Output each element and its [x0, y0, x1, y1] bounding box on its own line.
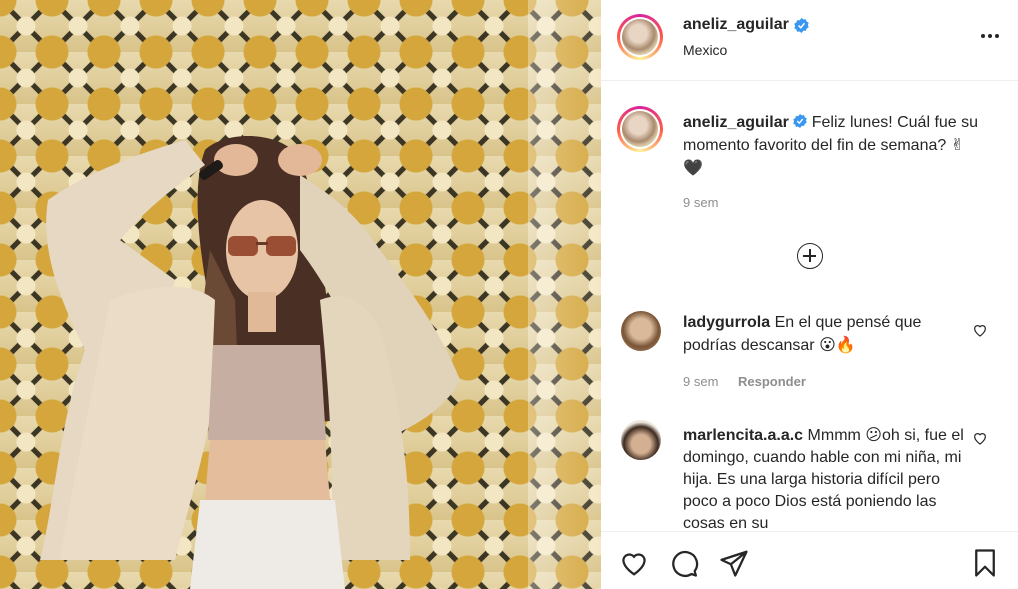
commenter-avatar[interactable] [621, 311, 661, 351]
reply-button[interactable]: Responder [738, 374, 806, 389]
comment-text: Mmmm [807, 427, 861, 444]
comment: marlencita.a.a.c Mmmm 😕oh si, fue el dom… [683, 424, 973, 530]
more-options-icon[interactable] [978, 26, 1002, 46]
caption-username[interactable]: aneliz_aguilar [683, 114, 789, 131]
post-location[interactable]: Mexico [683, 42, 727, 58]
author-username[interactable]: aneliz_aguilar [683, 16, 789, 34]
caption-avatar[interactable] [617, 106, 663, 152]
author-avatar[interactable] [617, 14, 663, 60]
comment-emoji: 😮🔥 [819, 335, 856, 354]
woman-figure [40, 136, 460, 589]
like-icon[interactable] [619, 548, 649, 578]
comment-timestamp[interactable]: 9 sem [683, 374, 718, 389]
share-icon[interactable] [719, 548, 749, 578]
comment: ladygurrola En el que pensé que podrías … [683, 312, 973, 357]
verified-badge-icon [793, 114, 808, 128]
comment-username[interactable]: marlencita.a.a.c [683, 427, 803, 444]
comment-emoji: 😕 [865, 425, 882, 444]
comment-icon[interactable] [669, 548, 699, 578]
save-icon[interactable] [970, 548, 1000, 578]
comment-username[interactable]: ladygurrola [683, 314, 770, 331]
verified-badge-icon [794, 18, 809, 33]
post-detail-panel: aneliz_aguilar Mexico aneliz_aguilar Fel… [601, 0, 1018, 589]
caption-timestamp[interactable]: 9 sem [683, 195, 718, 210]
comment-like-icon[interactable] [972, 430, 988, 446]
post-header: aneliz_aguilar Mexico [601, 0, 1018, 81]
post-photo[interactable] [0, 0, 601, 589]
post-caption: aneliz_aguilar Feliz lunes! Cuál fue su … [683, 112, 983, 180]
commenter-avatar[interactable] [621, 420, 661, 460]
comment-like-icon[interactable] [972, 322, 988, 338]
load-more-comments-icon[interactable] [797, 243, 823, 269]
post-actions-bar [601, 531, 1018, 589]
